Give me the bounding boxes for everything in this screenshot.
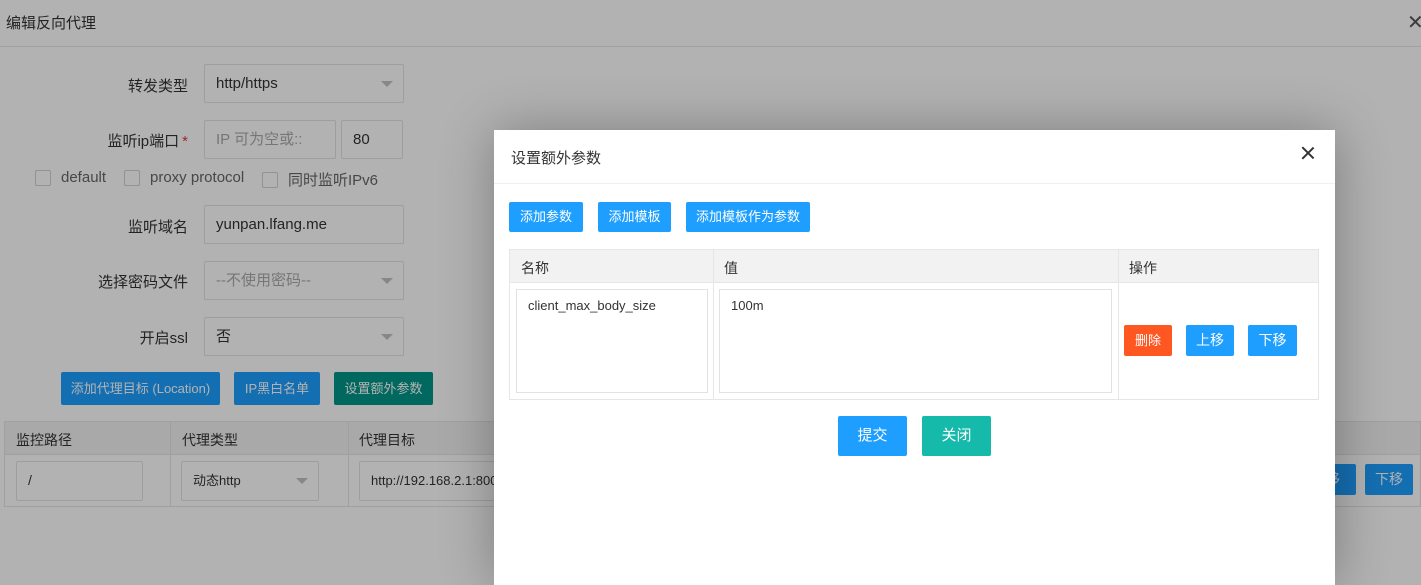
add-template-button[interactable]: 添加模板 <box>598 202 671 232</box>
close-icon[interactable] <box>1299 144 1317 162</box>
header-value: 值 <box>724 260 738 276</box>
move-up-button[interactable]: 上移 <box>1186 325 1234 356</box>
header-actions: 操作 <box>1129 260 1157 276</box>
extra-params-dialog: 设置额外参数 添加参数 添加模板 添加模板作为参数 名称 值 操作 client… <box>494 130 1335 585</box>
divider <box>713 250 714 399</box>
param-value-textarea[interactable]: 100m <box>719 289 1112 393</box>
close-button[interactable]: 关闭 <box>922 416 991 456</box>
param-value-value: 100m <box>731 298 764 313</box>
dialog-header: 设置额外参数 <box>494 130 1335 184</box>
params-table: 名称 值 操作 client_max_body_size 100m 删除 上移 … <box>509 249 1319 400</box>
add-param-button[interactable]: 添加参数 <box>509 202 583 232</box>
dialog-title: 设置额外参数 <box>511 150 602 167</box>
param-name-textarea[interactable]: client_max_body_size <box>516 289 708 393</box>
param-name-value: client_max_body_size <box>528 298 656 313</box>
delete-button[interactable]: 删除 <box>1124 325 1172 356</box>
move-down-button[interactable]: 下移 <box>1248 325 1297 356</box>
submit-button[interactable]: 提交 <box>838 416 907 456</box>
divider <box>1118 250 1119 399</box>
add-template-as-param-button[interactable]: 添加模板作为参数 <box>686 202 810 232</box>
header-name: 名称 <box>521 260 549 276</box>
table-header: 名称 值 操作 <box>510 250 1318 283</box>
